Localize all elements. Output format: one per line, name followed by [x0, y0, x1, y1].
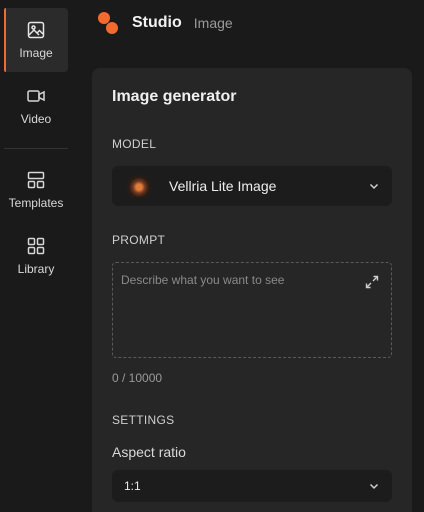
brand-name: Studio	[132, 14, 182, 31]
image-generator-panel: Image generator MODEL Vellria Lite Image…	[92, 68, 412, 512]
model-name: Vellria Lite Image	[169, 178, 277, 194]
aspect-ratio-label: Aspect ratio	[112, 444, 186, 460]
prompt-char-counter: 0 / 10000	[112, 371, 163, 385]
chevron-down-icon	[369, 183, 379, 190]
prompt-section-label: PROMPT	[112, 233, 166, 247]
model-section-label: MODEL	[112, 137, 157, 151]
chevron-down-icon	[369, 483, 379, 490]
sidebar-item-label: Templates	[8, 196, 64, 210]
model-thumbnail	[124, 174, 154, 198]
settings-section-label: SETTINGS	[112, 413, 175, 427]
sidebar-item-label: Image	[19, 46, 53, 60]
aspect-ratio-value: 1:1	[124, 479, 141, 493]
sidebar-item-templates[interactable]: Templates	[4, 158, 68, 222]
sidebar-divider	[4, 148, 68, 149]
sidebar-item-label: Library	[17, 262, 55, 276]
prompt-box	[112, 262, 392, 358]
templates-icon	[27, 171, 45, 189]
model-select[interactable]: Vellria Lite Image	[112, 166, 392, 206]
sidebar-item-video[interactable]: Video	[4, 74, 68, 138]
library-icon	[27, 237, 45, 255]
image-icon	[27, 21, 45, 39]
sidebar: Image Video Templates Library	[0, 0, 72, 512]
header: Studio Image	[96, 8, 233, 38]
sidebar-item-label: Video	[20, 112, 52, 126]
aspect-ratio-select[interactable]: 1:1	[112, 470, 392, 502]
expand-icon[interactable]	[365, 275, 379, 289]
panel-title: Image generator	[112, 88, 237, 105]
prompt-input[interactable]	[113, 263, 391, 357]
sidebar-item-image[interactable]: Image	[4, 8, 68, 72]
breadcrumb: Image	[193, 15, 233, 31]
sidebar-item-library[interactable]: Library	[4, 224, 68, 288]
video-icon	[27, 90, 45, 102]
studio-logo-icon[interactable]	[96, 8, 122, 38]
